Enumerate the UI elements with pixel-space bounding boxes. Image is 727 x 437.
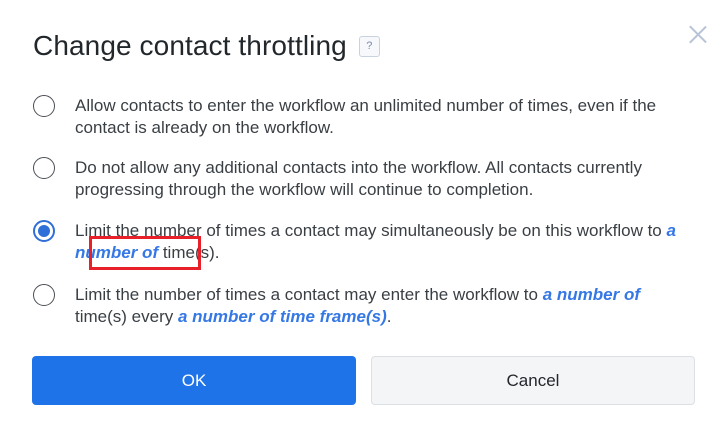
- option-4-text-before: Limit the number of times a contact may …: [75, 285, 543, 304]
- highlight-box: [89, 236, 201, 270]
- radio-no-additional[interactable]: [33, 157, 55, 179]
- option-unlimited-label: Allow contacts to enter the workflow an …: [75, 96, 657, 137]
- number-of-times-link[interactable]: a number of: [543, 285, 640, 304]
- option-unlimited[interactable]: Allow contacts to enter the workflow an …: [33, 95, 685, 139]
- radio-limit-simultaneous[interactable]: [33, 220, 55, 242]
- option-4-text-mid: time(s) every: [75, 307, 178, 326]
- ok-button[interactable]: OK: [32, 356, 356, 405]
- radio-unlimited[interactable]: [33, 95, 55, 117]
- cancel-button[interactable]: Cancel: [371, 356, 695, 405]
- change-throttling-dialog: Change contact throttling ? Allow contac…: [0, 0, 727, 437]
- option-limit-per-timeframe[interactable]: Limit the number of times a contact may …: [33, 284, 685, 328]
- option-no-additional-label: Do not allow any additional contacts int…: [75, 158, 642, 199]
- option-limit-per-timeframe-label: Limit the number of times a contact may …: [75, 284, 685, 328]
- time-frame-link[interactable]: a number of time frame(s): [178, 307, 387, 326]
- dialog-title: Change contact throttling: [33, 30, 347, 61]
- close-icon[interactable]: [688, 24, 708, 44]
- help-icon[interactable]: ?: [358, 35, 380, 57]
- dialog-header: Change contact throttling ?: [33, 30, 380, 62]
- radio-limit-per-timeframe[interactable]: [33, 284, 55, 306]
- option-no-additional[interactable]: Do not allow any additional contacts int…: [33, 157, 685, 201]
- option-4-text-after: .: [386, 307, 392, 326]
